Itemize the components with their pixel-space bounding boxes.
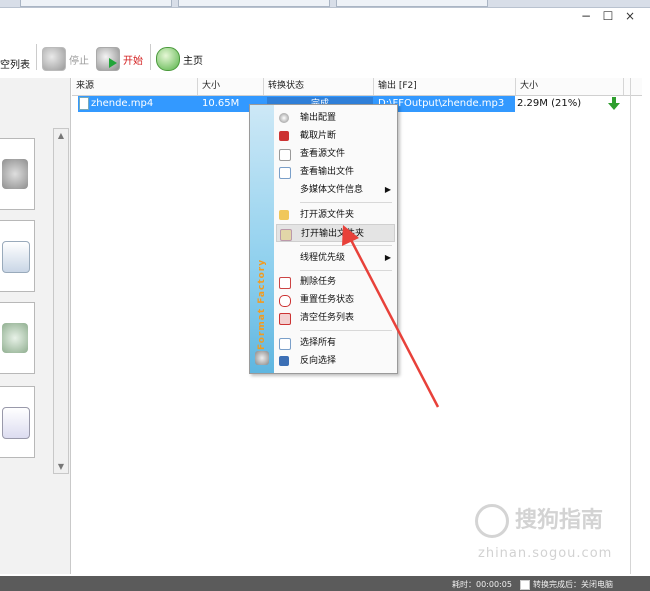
watermark-text: 搜狗指南 [515,508,604,533]
sogou-logo-icon [475,504,509,538]
shutdown-checkbox[interactable] [520,580,530,590]
watermark-url: zhinan.sogou.com [478,546,613,561]
watermark: 搜狗指南 [475,502,603,538]
after-convert-option: 转换完成后：关闭电脑 [533,580,613,589]
status-bar: 耗时：00:00:05 转换完成后：关闭电脑 [0,576,650,591]
elapsed-time: 耗时：00:00:05 [452,580,512,589]
